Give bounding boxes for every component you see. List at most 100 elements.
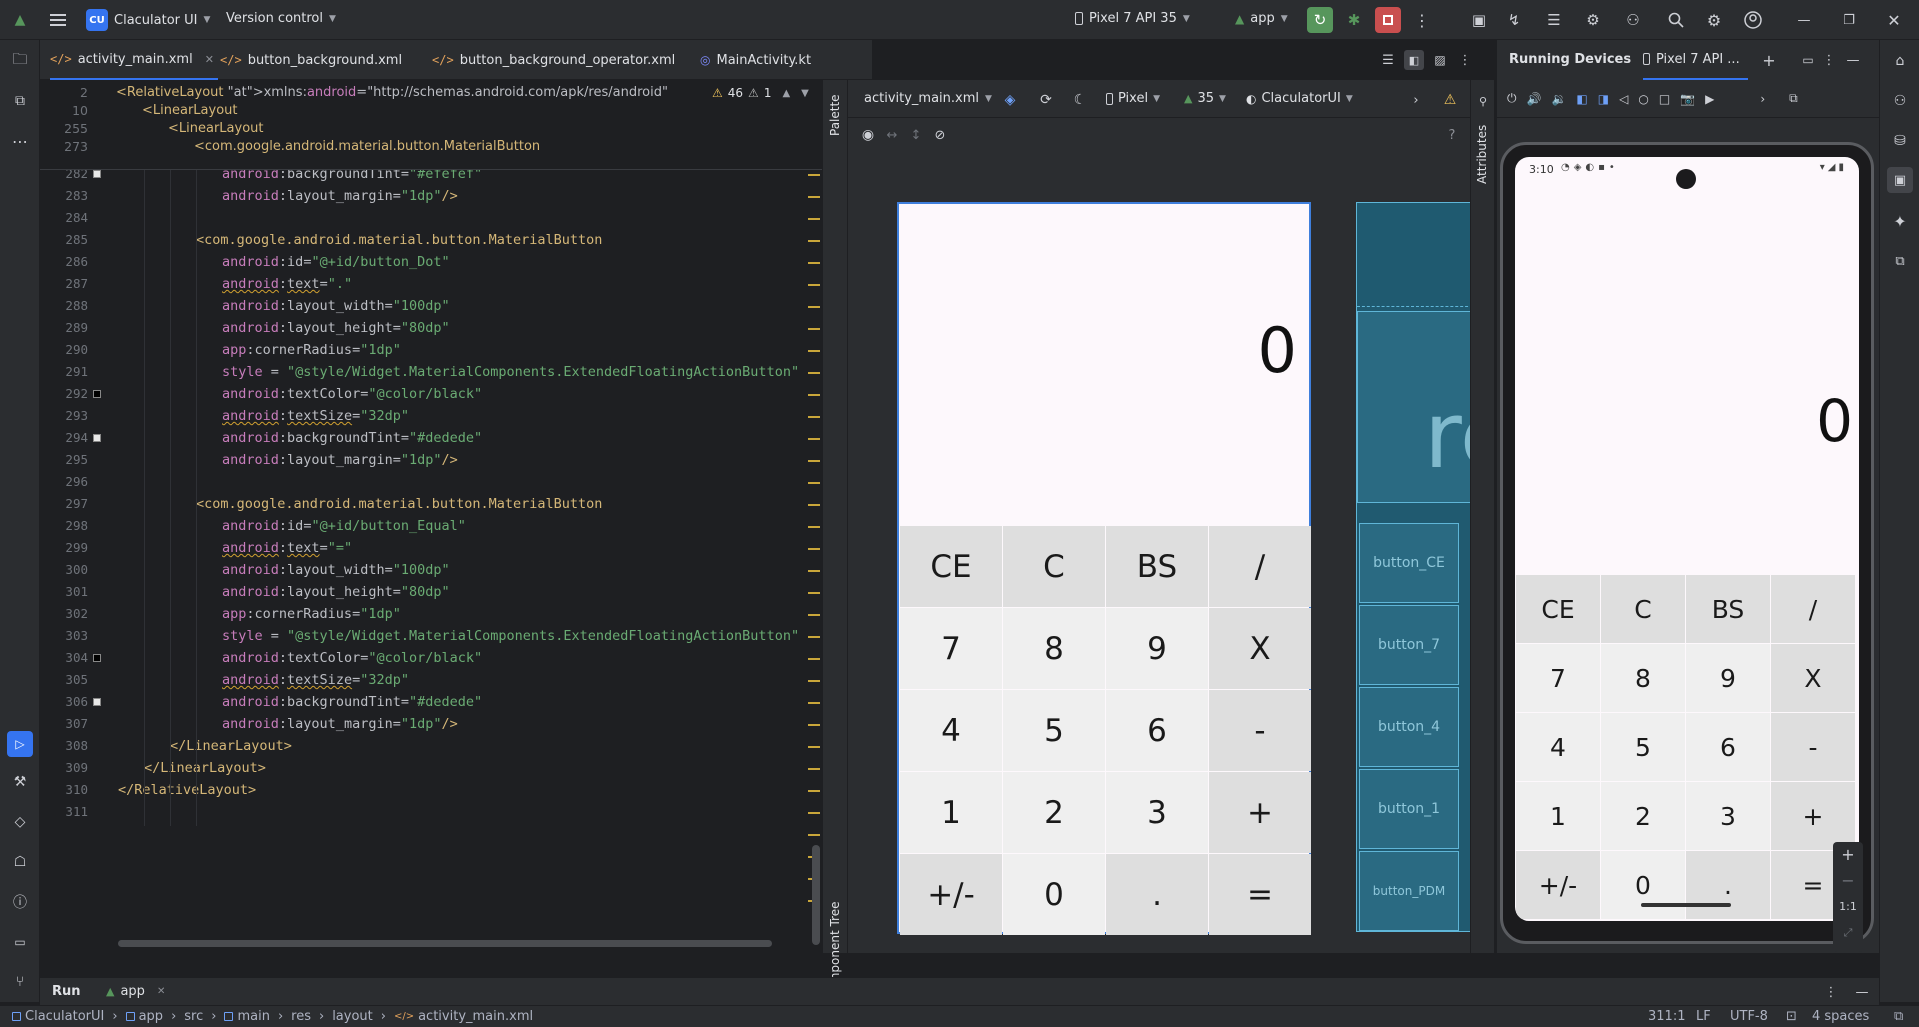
warning-stripe-mark[interactable] xyxy=(808,416,820,418)
warning-stripe-mark[interactable] xyxy=(808,394,820,396)
stop-button[interactable] xyxy=(1375,7,1401,33)
design-key[interactable]: 0 xyxy=(1003,854,1105,935)
code-line[interactable]: android:text="." xyxy=(222,276,352,292)
tab-button-background-operator[interactable]: </> button_background_operator.xml xyxy=(432,40,675,80)
help-icon[interactable]: ? xyxy=(1442,125,1462,145)
warning-stripe-mark[interactable] xyxy=(808,768,820,770)
code-line[interactable]: </RelativeLayout> xyxy=(118,782,256,798)
breadcrumb-item[interactable]: res xyxy=(291,1009,311,1024)
design-key[interactable]: . xyxy=(1106,854,1208,935)
run-tool-icon[interactable]: ▷ xyxy=(7,731,33,757)
device-key[interactable]: 0 xyxy=(1601,851,1685,919)
palette-tab[interactable]: Palette xyxy=(828,94,842,136)
main-menu-icon[interactable] xyxy=(46,8,70,32)
zoom-out-icon[interactable]: − xyxy=(1833,868,1863,894)
design-key[interactable]: 3 xyxy=(1106,772,1208,853)
device-key[interactable]: / xyxy=(1771,575,1855,643)
code-line[interactable]: </LinearLayout> xyxy=(170,738,292,754)
code-line[interactable]: <com.google.android.material.button.Mate… xyxy=(196,496,602,512)
design-device-selector[interactable]: Pixel ▼ xyxy=(1106,91,1160,106)
design-preview-screen[interactable]: 0 CE C BS/7 8 9 X 4 5 6-1 2 3 + +/- 0. = xyxy=(897,202,1311,935)
design-key[interactable]: 7 xyxy=(900,608,1002,689)
run-hide-icon[interactable]: — xyxy=(1852,982,1872,1002)
warning-stripe-mark[interactable] xyxy=(808,174,820,176)
warning-stripe-mark[interactable] xyxy=(808,482,820,484)
layout-options-icon[interactable]: ⧉ xyxy=(1894,1009,1903,1024)
api-level-selector[interactable]: ▲ 35 ▼ xyxy=(1184,91,1226,106)
color-swatch-icon[interactable] xyxy=(93,434,101,442)
chevron-right-icon[interactable]: › xyxy=(1760,92,1765,106)
code-line[interactable]: android:textColor="@color/black" xyxy=(222,650,482,666)
warning-stripe-mark[interactable] xyxy=(808,614,820,616)
run-config-selector[interactable]: ▲ app ▼ xyxy=(1235,11,1288,26)
code-line[interactable]: android:backgroundTint="#dedede" xyxy=(222,694,482,710)
code-line[interactable]: style = "@style/Widget.MaterialComponent… xyxy=(222,628,799,644)
device-screen[interactable]: 3:10 ◔◈◐▪• ▾◢▮ 0 CE C BS/7 8 9 X 4 5 6-1 2 3 + +/- 0.… xyxy=(1515,157,1859,921)
running-device-tab[interactable]: Pixel 7 API ... xyxy=(1643,40,1748,80)
design-key[interactable]: 9 xyxy=(1106,608,1208,689)
chevron-up-icon[interactable]: ▲ xyxy=(782,88,790,99)
code-line[interactable]: <com.google.android.material.button.Mate… xyxy=(196,232,602,248)
sticky-code-line[interactable]: <LinearLayout xyxy=(142,103,238,118)
project-selector[interactable]: CU Claculator UI ▼ xyxy=(86,9,210,31)
device-explorer-icon[interactable]: ⛁ xyxy=(1889,130,1911,152)
blueprint-button[interactable]: button_CE xyxy=(1359,523,1459,603)
blueprint-button[interactable]: button_4 xyxy=(1359,687,1459,767)
device-manager-icon[interactable]: ▣ xyxy=(1468,9,1490,31)
screenshot-icon[interactable]: 📷 xyxy=(1680,92,1695,106)
code-line[interactable]: android:layout_margin="1dp"/> xyxy=(222,716,458,732)
close-tab-icon[interactable]: ✕ xyxy=(157,986,165,997)
warning-stripe-mark[interactable] xyxy=(808,240,820,242)
code-editor[interactable]: 282 android:backgroundTint="#efefef" 283 an… xyxy=(40,80,832,953)
warning-stripe-mark[interactable] xyxy=(808,504,820,506)
theme-selector[interactable]: ◐ ClaculatorUI ▼ xyxy=(1246,91,1353,106)
warning-stripe-mark[interactable] xyxy=(808,306,820,308)
line-separator[interactable]: LF xyxy=(1696,1009,1711,1024)
device-key[interactable]: . xyxy=(1686,851,1770,919)
device-key[interactable]: +/- xyxy=(1516,851,1600,919)
run-config-tab[interactable]: ▲ app ✕ xyxy=(106,984,165,999)
volume-up-icon[interactable]: 🔊 xyxy=(1527,92,1542,106)
version-control-icon[interactable]: ⑂ xyxy=(9,971,31,993)
device-key[interactable]: 7 xyxy=(1516,644,1600,712)
ai-sparkle-icon[interactable]: ✦ xyxy=(1889,210,1911,232)
warning-stripe-mark[interactable] xyxy=(808,834,820,836)
breadcrumb-item[interactable]: src xyxy=(184,1009,203,1024)
inspection-widget[interactable]: ⚠ 46 ⚠ 1 ▲ ▼ xyxy=(712,86,809,100)
extended-controls-icon[interactable]: ⧉ xyxy=(1789,91,1798,106)
design-key[interactable]: +/- xyxy=(900,854,1002,935)
code-line[interactable]: android:layout_margin="1dp"/> xyxy=(222,188,458,204)
close-tab-icon[interactable]: ✕ xyxy=(205,53,214,66)
volume-down-icon[interactable]: 🔉 xyxy=(1551,92,1566,106)
device-key[interactable]: C xyxy=(1601,575,1685,643)
warning-stripe-mark[interactable] xyxy=(808,636,820,638)
warning-stripe-mark[interactable] xyxy=(808,438,820,440)
device-selector[interactable]: Pixel 7 API 35 ▼ xyxy=(1075,11,1190,26)
code-line[interactable]: android:layout_margin="1dp"/> xyxy=(222,452,458,468)
rotate-right-icon[interactable]: ◨ xyxy=(1598,92,1609,106)
device-key[interactable]: X xyxy=(1771,644,1855,712)
eye-icon[interactable]: ◉ xyxy=(858,125,878,145)
design-key[interactable]: 6 xyxy=(1106,690,1208,771)
code-view-icon[interactable]: ☰ xyxy=(1378,50,1398,70)
search-icon[interactable] xyxy=(1665,9,1687,31)
device-key[interactable]: 4 xyxy=(1516,713,1600,781)
code-line[interactable]: android:textSize="32dp" xyxy=(222,672,409,688)
zoom-fit-icon[interactable]: ⤢ xyxy=(1833,920,1863,946)
code-line[interactable]: android:backgroundTint="#dedede" xyxy=(222,430,482,446)
warning-stripe-mark[interactable] xyxy=(808,702,820,704)
design-key[interactable]: - xyxy=(1209,690,1311,771)
design-surface-icon[interactable]: ◈ xyxy=(1000,90,1020,110)
device-key[interactable]: 3 xyxy=(1686,782,1770,850)
gesture-nav-bar[interactable] xyxy=(1641,903,1731,907)
emulator-icon[interactable]: ⧉ xyxy=(1889,250,1911,272)
overview-icon[interactable]: □ xyxy=(1659,92,1670,106)
hide-panel-icon[interactable]: — xyxy=(1843,50,1863,70)
tab-activity-main[interactable]: </> activity_main.xml ✕ xyxy=(50,40,218,80)
layout-icon[interactable]: ▭ xyxy=(1798,50,1818,70)
device-key[interactable]: - xyxy=(1771,713,1855,781)
tab-button-background[interactable]: </> button_background.xml xyxy=(220,40,402,80)
code-line[interactable]: android:text="=" xyxy=(222,540,352,556)
sticky-code-line[interactable]: <LinearLayout xyxy=(168,121,264,136)
device-key[interactable]: + xyxy=(1771,782,1855,850)
